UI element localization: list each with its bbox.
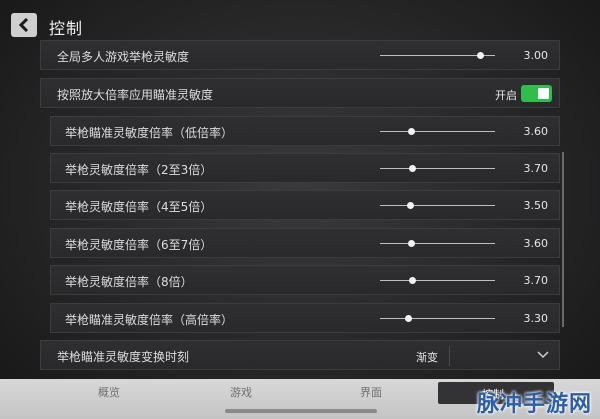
slider-knob[interactable] (404, 315, 412, 322)
scope-sensitivity-value: 3.70 (523, 274, 549, 287)
global-sensitivity-slider[interactable] (380, 52, 495, 59)
tab-game[interactable]: 游戏 (230, 384, 252, 400)
slider-knob[interactable] (409, 165, 417, 172)
tab-overview[interactable]: 概览 (98, 384, 120, 400)
slider-knob[interactable] (409, 277, 417, 284)
scope-sensitivity-row[interactable]: 举枪灵敏度倍率（2至3倍） 3.70 (50, 153, 560, 183)
scope-sensitivity-value: 3.30 (523, 312, 549, 325)
scope-sensitivity-label: 举枪瞄准灵敏度倍率（低倍率） (65, 126, 234, 140)
zoom-sensitivity-toggle-row[interactable]: 按照放大倍率应用瞄准灵敏度 开启 (40, 78, 560, 108)
global-sensitivity-value: 3.00 (523, 49, 549, 62)
scope-sensitivity-row[interactable]: 举枪灵敏度倍率（4至5倍） 3.50 (50, 190, 560, 220)
scope-sensitivity-label: 举枪瞄准灵敏度倍率（高倍率） (65, 313, 234, 327)
toggle-state-text: 开启 (495, 89, 517, 102)
header: 控制 (0, 0, 600, 38)
slider-knob[interactable] (477, 52, 485, 59)
scope-sensitivity-value: 3.50 (523, 199, 549, 212)
transition-dropdown-value[interactable]: 渐变 (416, 349, 438, 365)
chevron-left-icon (18, 18, 29, 32)
scope-sensitivity-label: 举枪灵敏度倍率（4至5倍） (65, 200, 213, 214)
slider-knob[interactable] (408, 128, 416, 135)
scope-sensitivity-value: 3.70 (523, 162, 549, 175)
watermark: 脉冲手游网 (477, 392, 593, 417)
chevron-down-icon[interactable] (537, 351, 549, 359)
zoom-sensitivity-label: 按照放大倍率应用瞄准灵敏度 (57, 88, 214, 102)
divider (449, 346, 450, 366)
zoom-sensitivity-toggle[interactable] (521, 85, 552, 102)
scope-sensitivity-slider[interactable] (380, 240, 495, 247)
toggle-thumb (538, 88, 549, 99)
scope-sensitivity-label: 举枪灵敏度倍率（6至7倍） (65, 238, 213, 252)
transition-row[interactable]: 举枪瞄准灵敏度变换时刻 渐变 (40, 340, 560, 370)
scope-sensitivity-value: 3.60 (523, 237, 549, 250)
transition-label: 举枪瞄准灵敏度变换时刻 (57, 350, 190, 364)
global-sensitivity-label: 全局多人游戏举枪灵敏度 (57, 50, 190, 64)
back-button[interactable] (11, 13, 37, 37)
global-sensitivity-row[interactable]: 全局多人游戏举枪灵敏度 3.00 (40, 40, 560, 70)
page-title: 控制 (49, 19, 84, 38)
scope-sensitivity-label: 举枪灵敏度倍率（2至3倍） (65, 163, 213, 177)
scope-sensitivity-row[interactable]: 举枪瞄准灵敏度倍率（低倍率） 3.60 (50, 116, 560, 146)
slider-knob[interactable] (406, 202, 414, 209)
scrollbar[interactable] (562, 152, 564, 327)
scope-sensitivity-slider[interactable] (380, 165, 495, 172)
scope-sensitivity-row[interactable]: 举枪灵敏度倍率（6至7倍） 3.60 (50, 228, 560, 258)
scope-sensitivity-row[interactable]: 举枪灵敏度倍率（8倍） 3.70 (50, 265, 560, 295)
scope-sensitivity-value: 3.60 (523, 125, 549, 138)
tab-interface[interactable]: 界面 (360, 384, 382, 400)
slider-knob[interactable] (408, 240, 416, 247)
home-indicator[interactable] (225, 409, 377, 413)
scope-sensitivity-slider[interactable] (380, 277, 495, 284)
scope-sensitivity-slider[interactable] (380, 128, 495, 135)
scope-sensitivity-slider[interactable] (380, 315, 495, 322)
scope-sensitivity-slider[interactable] (380, 202, 495, 209)
scope-sensitivity-label: 举枪灵敏度倍率（8倍） (65, 275, 193, 289)
scope-sensitivity-row[interactable]: 举枪瞄准灵敏度倍率（高倍率） 3.30 (50, 303, 560, 333)
